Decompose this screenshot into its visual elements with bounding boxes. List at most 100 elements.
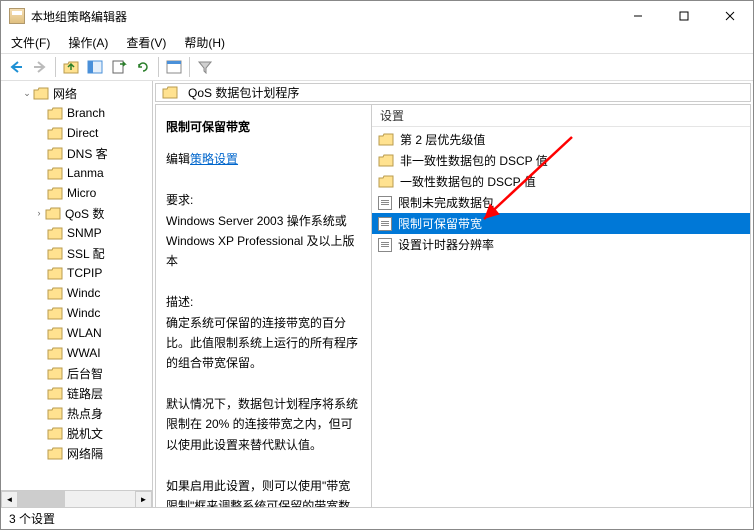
folder-icon xyxy=(47,187,63,200)
forward-button[interactable] xyxy=(29,56,51,78)
edit-policy-line: 编辑策略设置 xyxy=(166,149,361,169)
scroll-left-button[interactable]: ◄ xyxy=(1,491,18,507)
tree-item[interactable]: 网络隔 xyxy=(1,443,152,463)
tree-item-label: TCPIP xyxy=(67,266,102,280)
tree-view[interactable]: ⌄ 网络 Branch DirectDNS 客Lanma Micro › QoS 数SN… xyxy=(1,81,152,490)
tree-item[interactable]: WWAI xyxy=(1,343,152,363)
list-row-label: 非一致性数据包的 DSCP 值 xyxy=(400,152,548,169)
menu-action[interactable]: 操作(A) xyxy=(64,32,112,53)
folder-icon xyxy=(378,175,394,188)
tree-item-label: SSL 配 xyxy=(67,245,105,262)
scroll-thumb[interactable] xyxy=(18,491,65,507)
folder-icon xyxy=(378,133,394,146)
menu-help[interactable]: 帮助(H) xyxy=(180,32,229,53)
tree-item-label: Micro xyxy=(67,186,96,200)
list-row[interactable]: 限制可保留带宽 xyxy=(372,213,750,234)
document-icon xyxy=(378,238,392,252)
tree-item[interactable]: 后台智 xyxy=(1,363,152,383)
folder-icon xyxy=(47,347,63,360)
tree-hscroll[interactable]: ◄ ► xyxy=(1,490,152,507)
tree-pane: ⌄ 网络 Branch DirectDNS 客Lanma Micro › QoS 数SN… xyxy=(1,81,153,507)
tree-item-label: 脱机文 xyxy=(67,425,103,442)
folder-icon xyxy=(47,307,63,320)
selected-item-title: 限制可保留带宽 xyxy=(166,117,361,137)
tree-item[interactable]: DNS 客 xyxy=(1,143,152,163)
folder-icon xyxy=(47,107,63,120)
folder-icon xyxy=(47,267,63,280)
list-row[interactable]: 第 2 层优先级值 xyxy=(372,129,750,150)
folder-icon xyxy=(47,227,63,240)
folder-icon xyxy=(47,367,63,380)
expand-icon[interactable]: › xyxy=(33,208,45,218)
tree-item[interactable]: › QoS 数 xyxy=(1,203,152,223)
folder-icon xyxy=(47,127,63,140)
show-hide-tree-button[interactable] xyxy=(84,56,106,78)
folder-icon xyxy=(47,287,63,300)
tree-item[interactable]: SSL 配 xyxy=(1,243,152,263)
folder-icon xyxy=(47,167,63,180)
window-title: 本地组策略编辑器 xyxy=(31,8,615,25)
folder-icon xyxy=(45,207,61,220)
close-button[interactable] xyxy=(707,1,753,31)
tree-item[interactable]: Branch xyxy=(1,103,152,123)
requirements-text: Windows Server 2003 操作系统或 Windows XP Pro… xyxy=(166,211,361,272)
list-row[interactable]: 一致性数据包的 DSCP 值 xyxy=(372,171,750,192)
tree-item[interactable]: Lanma xyxy=(1,163,152,183)
tree-item-label: WWAI xyxy=(67,346,101,360)
filter-button[interactable] xyxy=(194,56,216,78)
list-pane: 设置 第 2 层优先级值非一致性数据包的 DSCP 值一致性数据包的 DSCP … xyxy=(372,105,750,507)
back-button[interactable] xyxy=(5,56,27,78)
tree-root-label: 网络 xyxy=(53,85,77,102)
edit-policy-link[interactable]: 策略设置 xyxy=(190,152,238,166)
menu-file[interactable]: 文件(F) xyxy=(7,32,54,53)
folder-icon xyxy=(47,147,63,160)
folder-icon xyxy=(47,427,63,440)
folder-icon xyxy=(378,154,394,167)
folder-icon xyxy=(33,87,49,100)
list-column-header[interactable]: 设置 xyxy=(372,105,750,127)
tree-item[interactable]: Windc xyxy=(1,303,152,323)
list-row-label: 限制可保留带宽 xyxy=(398,215,482,232)
list-row[interactable]: 非一致性数据包的 DSCP 值 xyxy=(372,150,750,171)
list-row[interactable]: 限制未完成数据包 xyxy=(372,192,750,213)
description-p1: 确定系统可保留的连接带宽的百分比。此值限制系统上运行的所有程序的组合带宽保留。 xyxy=(166,313,361,374)
list-row-label: 设置计时器分辨率 xyxy=(398,236,494,253)
list-row[interactable]: 设置计时器分辨率 xyxy=(372,234,750,255)
content-title: QoS 数据包计划程序 xyxy=(188,84,299,101)
tree-item-label: QoS 数 xyxy=(65,205,104,222)
document-icon xyxy=(378,217,392,231)
export-list-button[interactable] xyxy=(108,56,130,78)
tree-item-label: 网络隔 xyxy=(67,445,103,462)
up-folder-button[interactable] xyxy=(60,56,82,78)
description-label: 描述: xyxy=(166,292,361,312)
tree-root[interactable]: ⌄ 网络 xyxy=(1,83,152,103)
tree-item[interactable]: Micro xyxy=(1,183,152,203)
maximize-button[interactable] xyxy=(661,1,707,31)
list-row-label: 第 2 层优先级值 xyxy=(400,131,485,148)
tree-item[interactable]: 脱机文 xyxy=(1,423,152,443)
tree-item[interactable]: SNMP xyxy=(1,223,152,243)
menu-view[interactable]: 查看(V) xyxy=(122,32,170,53)
tree-item[interactable]: WLAN xyxy=(1,323,152,343)
tree-item[interactable]: Windc xyxy=(1,283,152,303)
scroll-right-button[interactable]: ► xyxy=(135,491,152,507)
list-row-label: 一致性数据包的 DSCP 值 xyxy=(400,173,536,190)
tree-item-label: Branch xyxy=(67,106,105,120)
refresh-button[interactable] xyxy=(132,56,154,78)
tree-item-label: 后台智 xyxy=(67,365,103,382)
tree-item-label: WLAN xyxy=(67,326,102,340)
folder-icon xyxy=(47,247,63,260)
toolbar xyxy=(1,53,753,81)
tree-item-label: 链路层 xyxy=(67,385,103,402)
tree-item[interactable]: 链路层 xyxy=(1,383,152,403)
list-body[interactable]: 第 2 层优先级值非一致性数据包的 DSCP 值一致性数据包的 DSCP 值限制… xyxy=(372,127,750,507)
tree-item[interactable]: 热点身 xyxy=(1,403,152,423)
collapse-icon[interactable]: ⌄ xyxy=(21,88,33,99)
app-icon xyxy=(9,8,25,24)
properties-button[interactable] xyxy=(163,56,185,78)
folder-icon xyxy=(47,327,63,340)
tree-item[interactable]: Direct xyxy=(1,123,152,143)
minimize-button[interactable] xyxy=(615,1,661,31)
content-header: QoS 数据包计划程序 xyxy=(155,83,751,102)
tree-item[interactable]: TCPIP xyxy=(1,263,152,283)
